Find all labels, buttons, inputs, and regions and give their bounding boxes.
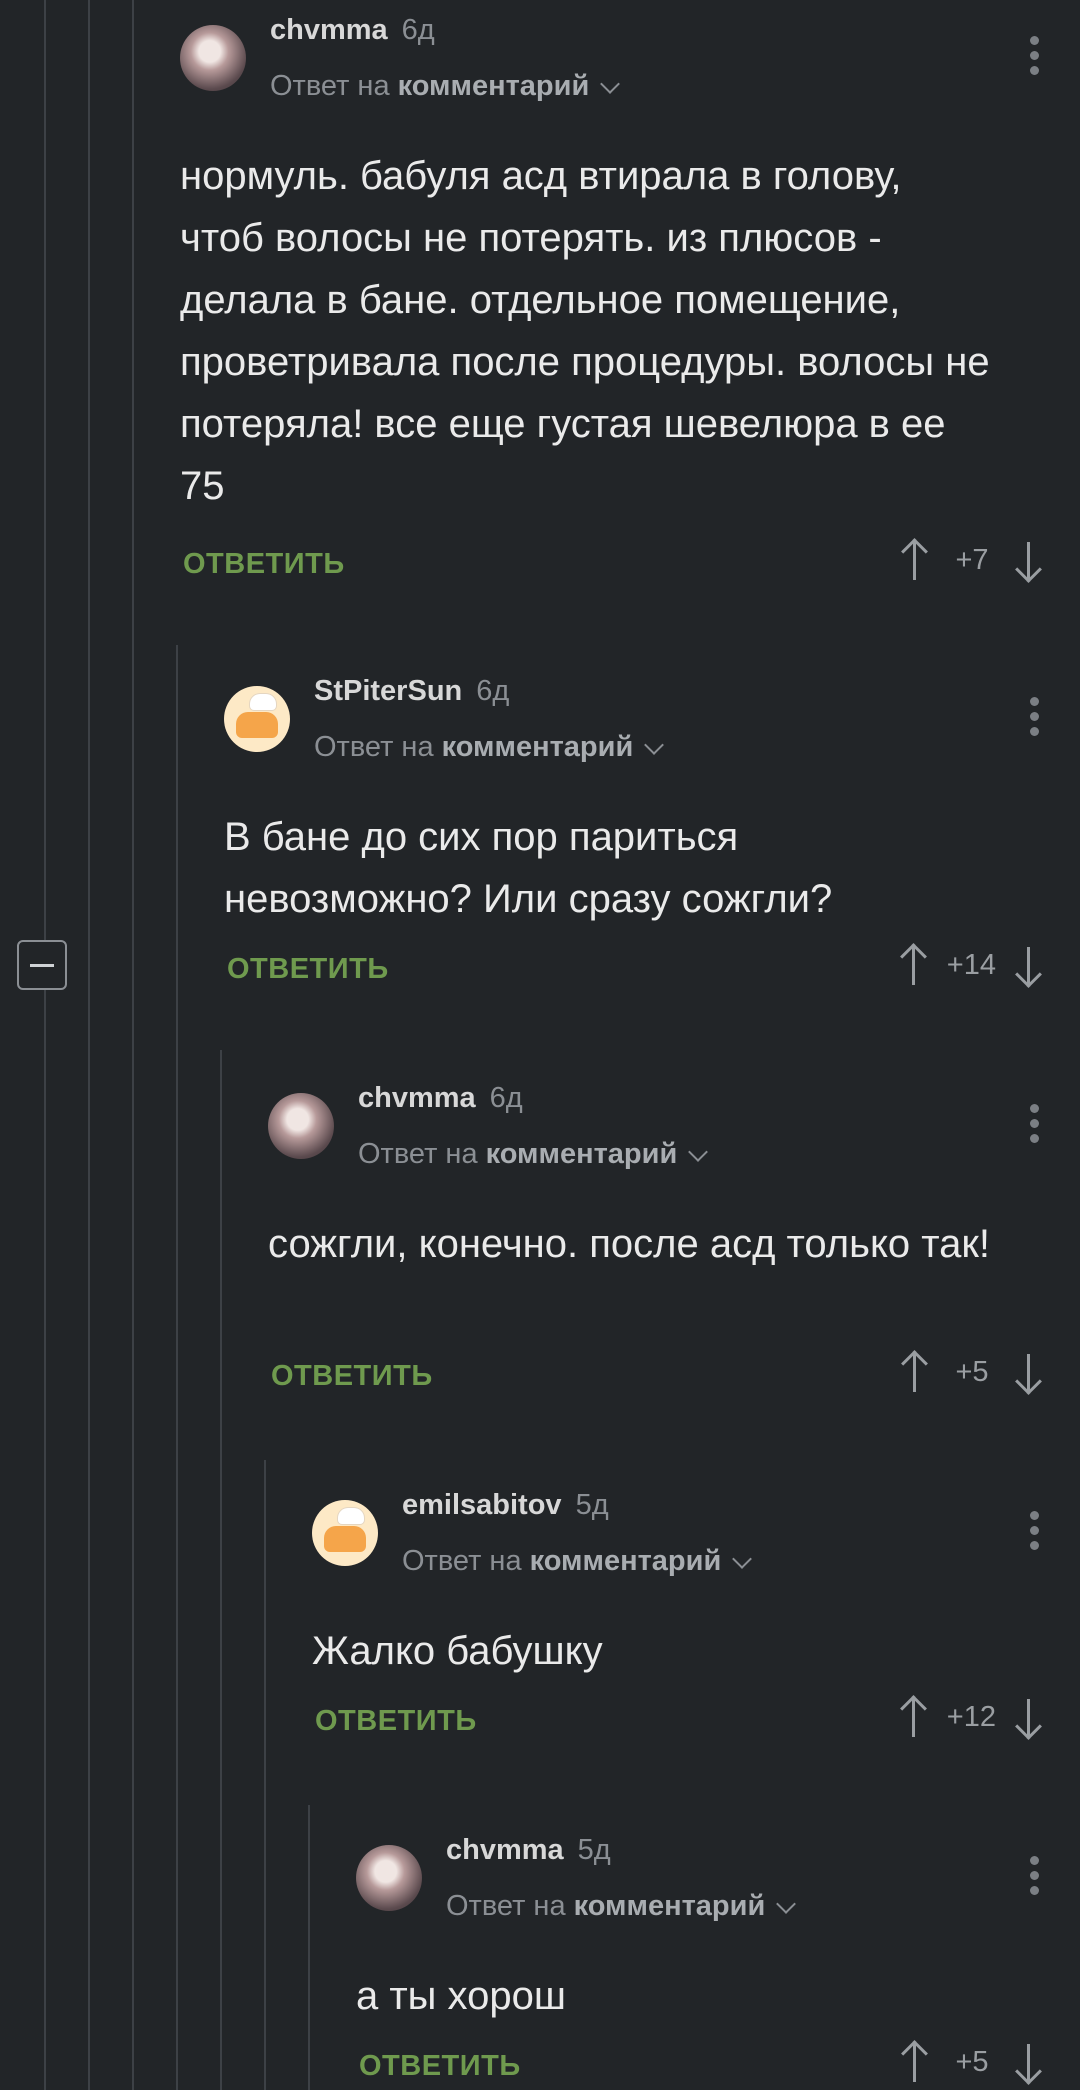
comment: chvmma 5д Ответ на комментарий а ты хоро…	[356, 1820, 1080, 2090]
reply-prefix: Ответ на	[402, 1545, 522, 1577]
reply-button[interactable]: ОТВЕТИТЬ	[227, 953, 389, 986]
reply-target: комментарий	[573, 1890, 766, 1922]
chevron-down-icon	[688, 1141, 709, 1162]
reply-prefix: Ответ на	[358, 1138, 478, 1170]
username[interactable]: chvmma	[358, 1082, 476, 1115]
upvote-arrow-icon[interactable]	[900, 538, 930, 582]
comment-text: Жалко бабушку	[312, 1629, 603, 1673]
chevron-down-icon	[732, 1548, 753, 1569]
comment-header: chvmma 6д	[270, 14, 435, 47]
more-options-icon[interactable]	[1030, 36, 1040, 81]
reply-prefix: Ответ на	[446, 1890, 566, 1922]
reply-button[interactable]: ОТВЕТИТЬ	[183, 548, 345, 581]
upvote-arrow-icon[interactable]	[900, 1350, 930, 1394]
reply-to-link[interactable]: Ответ на комментарий	[358, 1138, 709, 1171]
chevron-down-icon	[776, 1893, 797, 1914]
reply-target: комментарий	[485, 1138, 678, 1170]
vote-controls: +7	[900, 538, 1044, 582]
vote-controls: +14	[899, 943, 1044, 987]
comment-header: StPiterSun 6д	[314, 675, 509, 708]
thread-line	[220, 1050, 222, 2090]
comment-header: chvmma 5д	[446, 1834, 611, 1867]
upvote-arrow-icon[interactable]	[899, 1695, 929, 1739]
more-options-icon[interactable]	[1030, 1104, 1040, 1149]
reply-button[interactable]: ОТВЕТИТЬ	[315, 1705, 477, 1738]
comment-score: +12	[946, 1700, 996, 1733]
reply-to-link[interactable]: Ответ на комментарий	[270, 70, 621, 103]
vote-controls: +5	[900, 2040, 1044, 2084]
comment: emilsabitov 5д Ответ на комментарий Жалк…	[312, 1475, 1080, 1795]
comment-header: chvmma 6д	[358, 1082, 523, 1115]
comment-time: 5д	[577, 1834, 611, 1866]
comment-score: +5	[955, 1355, 989, 1388]
downvote-arrow-icon[interactable]	[1014, 943, 1044, 987]
more-options-icon[interactable]	[1030, 1856, 1040, 1901]
thread-line	[44, 0, 46, 2090]
reply-target: комментарий	[529, 1545, 722, 1577]
user-avatar[interactable]	[180, 25, 246, 91]
downvote-arrow-icon[interactable]	[1014, 538, 1044, 582]
thread-line	[176, 645, 178, 2090]
comment: StPiterSun 6д Ответ на комментарий В бан…	[224, 661, 1080, 1041]
comment-score: +14	[946, 948, 996, 981]
comment-text: В бане до сих пор париться невозможно? И…	[224, 815, 833, 921]
reply-target: комментарий	[441, 731, 634, 763]
chevron-down-icon	[644, 734, 665, 755]
user-avatar[interactable]	[268, 1093, 334, 1159]
reply-button[interactable]: ОТВЕТИТЬ	[359, 2050, 521, 2083]
comment-time: 6д	[489, 1082, 523, 1114]
upvote-arrow-icon[interactable]	[900, 2040, 930, 2084]
comment-text: а ты хорош	[356, 1974, 566, 2018]
collapse-thread-button[interactable]	[17, 940, 67, 990]
username[interactable]: emilsabitov	[402, 1489, 562, 1522]
reply-button[interactable]: ОТВЕТИТЬ	[271, 1360, 433, 1393]
downvote-arrow-icon[interactable]	[1014, 2040, 1044, 2084]
comment-text: нормуль. бабуля асд втирала в голову, чт…	[180, 154, 990, 508]
more-options-icon[interactable]	[1030, 697, 1040, 742]
comment-time: 6д	[401, 14, 435, 46]
reply-target: комментарий	[397, 70, 590, 102]
reply-to-link[interactable]: Ответ на комментарий	[402, 1545, 753, 1578]
reply-prefix: Ответ на	[314, 731, 434, 763]
downvote-arrow-icon[interactable]	[1014, 1695, 1044, 1739]
comment-score: +7	[955, 543, 989, 576]
thread-line	[88, 0, 90, 2090]
reply-to-link[interactable]: Ответ на комментарий	[314, 731, 665, 764]
user-avatar[interactable]	[224, 686, 290, 752]
downvote-arrow-icon[interactable]	[1014, 1350, 1044, 1394]
more-options-icon[interactable]	[1030, 1511, 1040, 1556]
comment: chvmma 6д Ответ на комментарий нормуль. …	[180, 0, 1080, 620]
comment-header: emilsabitov 5д	[402, 1489, 609, 1522]
upvote-arrow-icon[interactable]	[899, 943, 929, 987]
username[interactable]: StPiterSun	[314, 675, 462, 708]
reply-prefix: Ответ на	[270, 70, 390, 102]
vote-controls: +12	[899, 1695, 1044, 1739]
comment-time: 5д	[575, 1489, 609, 1521]
username[interactable]: chvmma	[446, 1834, 564, 1867]
chevron-down-icon	[600, 73, 621, 94]
comment-score: +5	[955, 2045, 989, 2078]
reply-to-link[interactable]: Ответ на комментарий	[446, 1890, 797, 1923]
comment: chvmma 6д Ответ на комментарий сожгли, к…	[268, 1068, 1080, 1448]
user-avatar[interactable]	[312, 1500, 378, 1566]
username[interactable]: chvmma	[270, 14, 388, 47]
thread-line	[308, 1805, 310, 2090]
thread-line	[264, 1460, 266, 2090]
thread-line	[132, 0, 134, 2090]
comment-time: 6д	[476, 675, 510, 707]
vote-controls: +5	[900, 1350, 1044, 1394]
comment-text: сожгли, конечно. после асд только так!	[268, 1222, 990, 1266]
user-avatar[interactable]	[356, 1845, 422, 1911]
